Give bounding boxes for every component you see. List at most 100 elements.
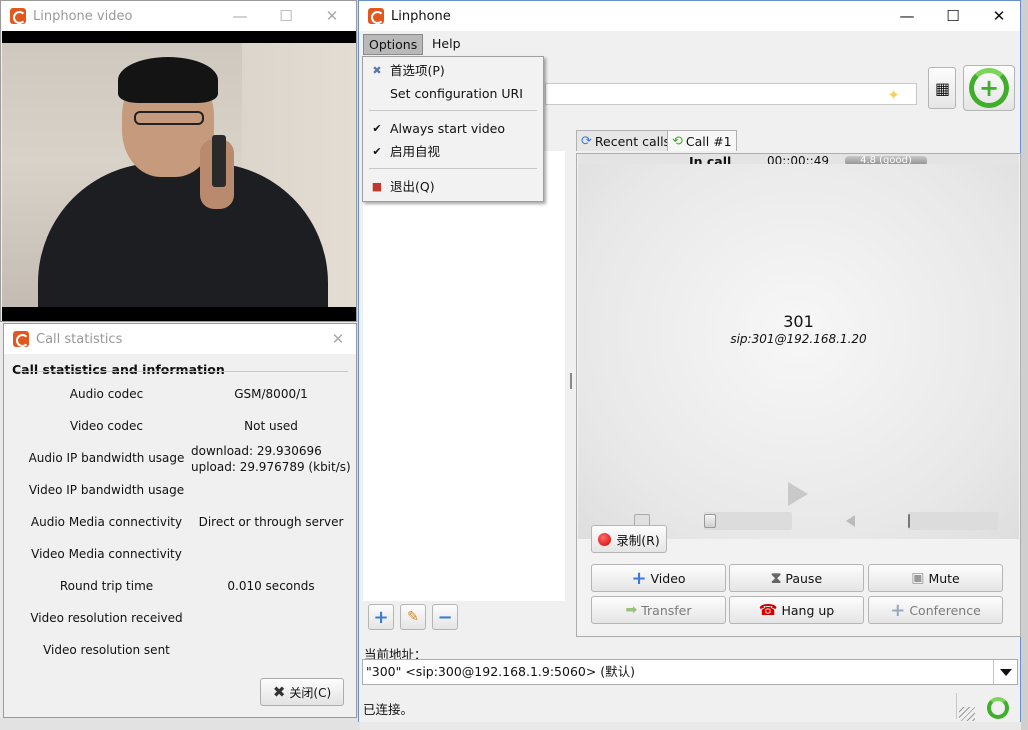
background-bottom-strip (0, 718, 360, 730)
menu-item-quit[interactable]: ■ 退出(Q) (363, 176, 543, 198)
mic-volume-slider[interactable] (704, 512, 792, 530)
menu-item-label: 退出(Q) (390, 179, 435, 194)
close-x-icon: ✖ (272, 683, 286, 701)
stats-label: Video resolution sent (43, 643, 170, 657)
refresh-icon: ⟳ (581, 133, 592, 149)
stats-label: Audio codec (69, 387, 144, 401)
menu-item-enable-self-view[interactable]: ✔ 启用自视 (363, 141, 543, 163)
menu-options[interactable]: Options (363, 34, 424, 55)
arrow-right-icon: ➡ (625, 602, 638, 618)
maximize-icon[interactable]: ☐ (930, 1, 976, 31)
checkmark-icon: ✔ (372, 145, 382, 158)
pane-splitter-handle[interactable] (570, 373, 572, 389)
start-call-button[interactable]: + (963, 65, 1015, 111)
stats-window-titlebar[interactable]: Call statistics ✕ (4, 324, 356, 354)
checkmark-icon: ✔ (372, 122, 382, 135)
linphone-app-icon (10, 8, 26, 24)
close-icon[interactable]: ✕ (309, 1, 355, 31)
menu-help[interactable]: Help (427, 34, 466, 55)
close-icon[interactable]: ✕ (976, 1, 1022, 31)
maximize-icon[interactable]: ☐ (263, 1, 309, 31)
record-button[interactable]: 录制(R) (591, 525, 667, 553)
hourglass-icon: ⧗ (770, 569, 782, 587)
stats-label: Audio Media connectivity (30, 515, 183, 529)
video-window-titlebar[interactable]: Linphone video — ☐ ✕ (1, 1, 356, 31)
stats-label: Round trip time (59, 579, 154, 593)
video-frame-image (2, 43, 356, 307)
stats-value: Direct or through server (198, 515, 344, 529)
call-statistics-window: Call statistics ✕ Call statistics and in… (3, 323, 357, 718)
hang-up-button[interactable]: ☎ Hang up (729, 596, 864, 624)
pause-button[interactable]: ⧗ Pause (729, 564, 864, 592)
menu-item-always-start-video[interactable]: ✔ Always start video (363, 118, 543, 140)
video-window-title: Linphone video (33, 8, 133, 24)
sparkle-icon: ✦ (887, 86, 900, 104)
menu-item-set-config-uri[interactable]: Set configuration URI (363, 83, 543, 105)
close-icon[interactable]: ✕ (318, 324, 358, 354)
menu-separator (369, 168, 537, 169)
video-person-hair (118, 57, 218, 103)
status-bar: 已连接。 (359, 689, 1020, 722)
stats-value: GSM/8000/1 (234, 387, 308, 401)
video-plus-icon: + (631, 567, 647, 589)
speaker-volume-slider[interactable] (908, 512, 998, 530)
transfer-button[interactable]: ➡ Transfer (591, 596, 726, 624)
stats-value: Not used (244, 419, 298, 433)
menu-item-label: 首选项(P) (390, 63, 445, 78)
stats-window-title: Call statistics (36, 331, 123, 347)
sip-address-input[interactable]: ✦ (545, 83, 917, 105)
menu-item-label: Set configuration URI (390, 86, 523, 101)
tools-icon: ✖ (372, 64, 382, 77)
minimize-icon[interactable]: — (884, 1, 930, 31)
callee-number: 301 (783, 312, 814, 331)
tab-label: Recent calls (594, 133, 671, 149)
video-button[interactable]: + Video (591, 564, 726, 592)
tab-call-1[interactable]: ⟲ Call #1 (667, 130, 737, 151)
edit-contact-button[interactable]: ✎ (400, 604, 426, 630)
call-display-area: 301 sip:301@192.168.1.20 (578, 164, 1019, 539)
linphone-app-icon (13, 331, 29, 347)
menu-item-preferences[interactable]: ✖ 首选项(P) (363, 60, 543, 82)
callee-uri: sip:301@192.168.1.20 (730, 332, 867, 346)
main-window-title: Linphone (391, 8, 451, 24)
dialpad-button[interactable]: ▦ (928, 67, 956, 109)
pause-button-label: Pause (785, 570, 823, 586)
mute-button[interactable]: ▣ Mute (868, 564, 1003, 592)
add-contact-button[interactable]: + (368, 604, 394, 630)
conference-button-label: Conference (909, 602, 981, 618)
call-icon: ⟲ (672, 133, 683, 149)
speaker-volume-knob[interactable] (908, 514, 910, 528)
exit-icon: ■ (371, 180, 383, 193)
mute-icon: ▣ (911, 570, 925, 586)
status-text: 已连接。 (363, 702, 414, 717)
play-icon[interactable] (788, 482, 808, 506)
close-button[interactable]: ✖ 关闭(C) (260, 678, 344, 706)
chevron-down-icon[interactable] (993, 660, 1017, 684)
tab-recent-calls[interactable]: ⟳ Recent calls (576, 130, 676, 151)
mic-volume-knob[interactable] (704, 514, 716, 528)
stats-label: Video codec (70, 419, 143, 433)
speaker-icon (846, 515, 855, 527)
stats-heading: Call statistics and information (12, 362, 225, 377)
stats-label: Audio IP bandwidth usage (28, 451, 185, 465)
conference-button[interactable]: + Conference (868, 596, 1003, 624)
pencil-icon: ✎ (407, 609, 419, 625)
main-window-titlebar[interactable]: Linphone — ☐ ✕ (359, 1, 1020, 31)
stats-label: Video IP bandwidth usage (28, 483, 185, 497)
status-separator (956, 693, 957, 719)
resize-grip-icon[interactable] (959, 707, 975, 721)
current-address-select[interactable]: "300" <sip:300@192.168.1.9:5060> (默认) (362, 659, 1018, 685)
menu-separator (369, 110, 537, 111)
connection-status-icon (987, 697, 1009, 719)
video-display (2, 31, 356, 321)
stats-heading-divider (16, 371, 348, 372)
linphone-app-icon (368, 8, 384, 24)
remove-contact-button[interactable]: − (432, 604, 458, 630)
contacts-list[interactable] (363, 151, 565, 601)
stats-label: Video Media connectivity (31, 547, 182, 561)
stats-label: Video resolution received (30, 611, 183, 625)
record-icon (598, 532, 612, 546)
minimize-icon[interactable]: — (217, 1, 263, 31)
plus-icon: + (373, 606, 389, 628)
transfer-button-label: Transfer (641, 602, 692, 618)
